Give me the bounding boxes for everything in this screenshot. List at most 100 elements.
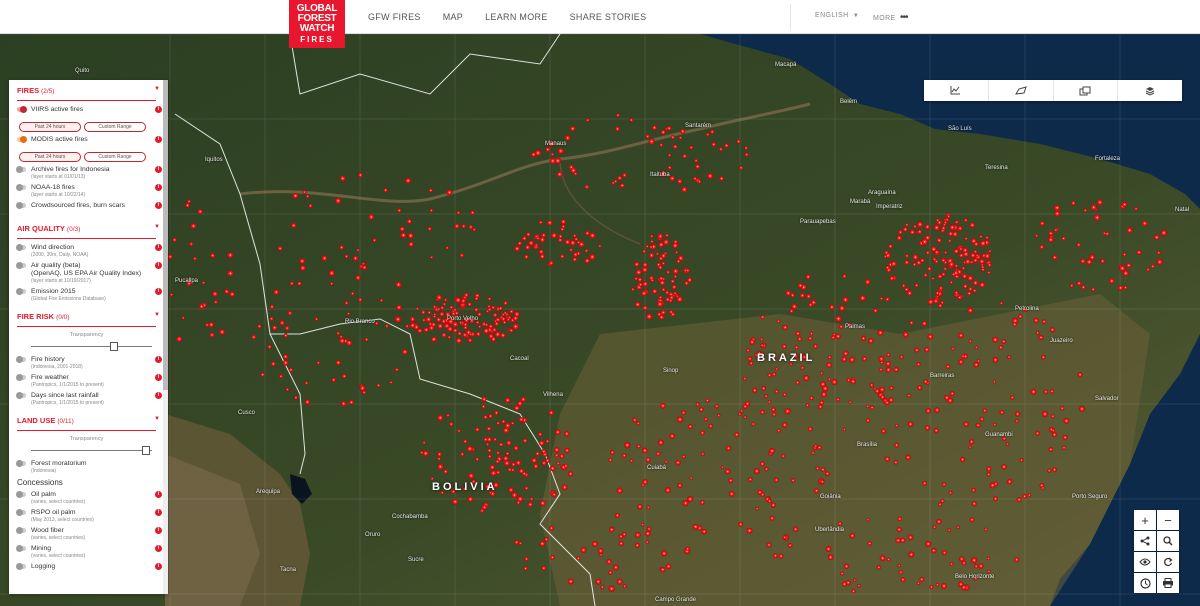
layer-toggle[interactable] (16, 392, 26, 399)
info-icon[interactable]: i (155, 563, 162, 570)
info-icon[interactable]: i (155, 392, 162, 399)
layer-toggle[interactable] (16, 202, 26, 209)
fire-point (302, 190, 307, 195)
layer-subtitle: (Indonesia, 2001-2018) (31, 364, 83, 370)
nav-gfw-fires[interactable]: GFW FIRES (368, 12, 421, 22)
info-icon[interactable]: i (155, 166, 162, 173)
section-land-use: LAND USE (0/11) ▼ Transparency Forest mor… (9, 414, 168, 583)
past-24-hours-button[interactable]: Past 24 hours (19, 152, 81, 162)
fire-map[interactable]: Quito Iquitos Manaus Santarém Macapá Bel… (0, 34, 1200, 606)
nav-learn-more[interactable]: LEARN MORE (485, 12, 548, 22)
layer-logging[interactable]: Logging i (16, 563, 162, 575)
basemap-icon[interactable] (1054, 80, 1119, 101)
layer-toggle[interactable] (16, 356, 26, 363)
eye-icon[interactable] (1134, 552, 1156, 572)
layer-fire-weather[interactable]: Fire weather (Pantropics, 1/1/2015 to pr… (16, 374, 162, 388)
layer-toggle[interactable] (17, 106, 27, 113)
clock-icon[interactable] (1134, 573, 1156, 593)
layer-toggle[interactable] (16, 374, 26, 381)
info-icon[interactable]: i (155, 136, 162, 143)
info-icon[interactable]: i (155, 527, 162, 534)
layer-toggle[interactable] (16, 184, 26, 191)
custom-range-button[interactable]: Custom Range (84, 152, 146, 162)
section-land-use-header[interactable]: LAND USE (0/11) ▼ (17, 416, 160, 431)
layer-wind-direction[interactable]: Wind direction (2000, 30m, Daily, NOAA) … (16, 244, 162, 258)
share-icon[interactable] (1134, 531, 1156, 551)
slider-handle[interactable] (141, 446, 150, 455)
layer-wood-fiber[interactable]: Wood fiber (varies, select countries) i (16, 527, 162, 541)
zoom-in-icon[interactable]: + (1134, 510, 1156, 530)
layer-toggle[interactable] (16, 166, 26, 173)
fire-point (496, 451, 500, 455)
section-fire-risk-header[interactable]: FIRE RISK (0/0) ▼ (17, 312, 160, 327)
fire-point (650, 239, 654, 244)
layer-forest-moratorium[interactable]: Forest moratorium (Indonesia) (16, 460, 156, 474)
layer-toggle[interactable] (16, 527, 26, 534)
past-24-hours-button[interactable]: Past 24 hours (19, 122, 81, 132)
info-icon[interactable]: i (155, 244, 162, 251)
info-icon[interactable]: i (155, 374, 162, 381)
layer-crowdsourced-fires[interactable]: Crowdsourced fires, burn scars i (16, 202, 162, 214)
layer-toggle[interactable] (16, 509, 26, 516)
fire-risk-transparency-slider[interactable] (31, 342, 152, 352)
layer-toggle[interactable] (16, 563, 26, 570)
fire-point (347, 312, 351, 316)
layer-toggle[interactable] (16, 262, 26, 269)
layer-toggle[interactable] (16, 288, 26, 295)
layer-air-quality[interactable]: Air quality (beta) (OpenAQ, US EPA Air Q… (16, 262, 162, 284)
layer-viirs-active-fires[interactable]: VIIRS active fires i (17, 106, 162, 118)
fire-point (975, 253, 979, 257)
chart-icon[interactable] (924, 80, 989, 101)
layer-emission-2015[interactable]: Emission 2015 (Global Fire Emissions Dat… (16, 288, 162, 302)
fire-point (809, 395, 814, 401)
info-icon[interactable]: i (155, 184, 162, 191)
layer-rspo-oil-palm[interactable]: RSPO oil palm (May 2013, select countrie… (16, 509, 162, 523)
layer-oil-palm[interactable]: Oil palm (varies, select countries) i (16, 491, 162, 505)
layer-toggle[interactable] (16, 244, 26, 251)
more-menu[interactable]: MORE ••• (873, 12, 908, 23)
city-label: Pucallpa (175, 278, 199, 284)
section-fires-header[interactable]: FIRES (2/5) ▼ (17, 86, 160, 101)
gfw-fires-logo[interactable]: GLOBAL FOREST WATCH FIRES (289, 0, 345, 48)
layer-fire-history[interactable]: Fire history (Indonesia, 2001-2018) i (16, 356, 162, 370)
layer-archive-fires-indonesia[interactable]: Archive fires for Indonesia (layer start… (16, 166, 162, 180)
layer-toggle[interactable] (17, 136, 27, 143)
layer-mining[interactable]: Mining (varies, select countries) i (16, 545, 162, 559)
info-icon[interactable]: i (155, 491, 162, 498)
nav-map[interactable]: MAP (443, 12, 463, 22)
zoom-out-icon[interactable]: − (1157, 510, 1179, 530)
fire-point (660, 129, 666, 135)
info-icon[interactable]: i (155, 288, 162, 295)
draw-shape-icon[interactable] (989, 80, 1054, 101)
fire-point (885, 297, 890, 302)
info-icon[interactable]: i (155, 509, 162, 516)
info-icon[interactable]: i (155, 202, 162, 209)
layer-modis-active-fires[interactable]: MODIS active fires i (17, 136, 162, 148)
layer-toggle[interactable] (16, 491, 26, 498)
fire-point (657, 439, 665, 446)
section-air-quality-header[interactable]: AIR QUALITY (0/3) ▼ (17, 224, 160, 239)
refresh-icon[interactable] (1157, 552, 1179, 572)
language-selector[interactable]: ENGLISH ▼ (815, 12, 859, 19)
search-icon[interactable] (1157, 531, 1179, 551)
layer-toggle[interactable] (16, 460, 26, 467)
fire-point (522, 471, 527, 476)
layer-toggle[interactable] (16, 545, 26, 552)
layers-icon[interactable] (1118, 80, 1182, 101)
nav-share-stories[interactable]: SHARE STORIES (570, 12, 647, 22)
fire-point (619, 183, 625, 188)
custom-range-button[interactable]: Custom Range (84, 122, 146, 132)
land-use-transparency-slider[interactable] (31, 446, 152, 456)
layer-days-since-rainfall[interactable]: Days since last rainfall (Pantropics, 1/… (16, 392, 162, 406)
info-icon[interactable]: i (155, 106, 162, 113)
fire-point (490, 336, 497, 342)
info-icon[interactable]: i (155, 262, 162, 269)
fire-point (992, 380, 997, 384)
layer-noaa-18-fires[interactable]: NOAA-18 fires (layer starts at 10/22/14)… (16, 184, 162, 198)
info-icon[interactable]: i (155, 356, 162, 363)
info-icon[interactable]: i (155, 545, 162, 552)
slider-handle[interactable] (110, 342, 119, 351)
print-icon[interactable] (1157, 573, 1179, 593)
fire-point (876, 565, 882, 570)
city-label: Quito (75, 68, 90, 74)
